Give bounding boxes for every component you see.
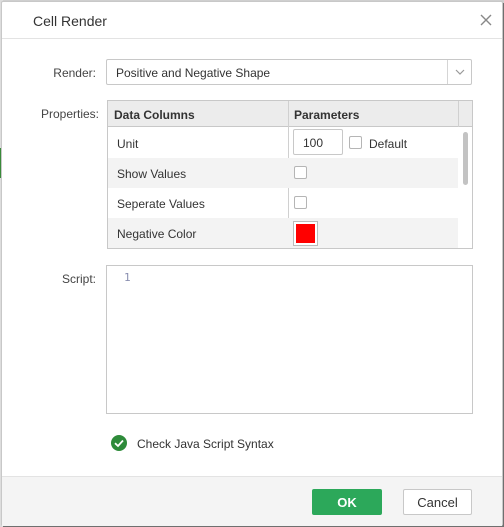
line-number: 1 — [124, 271, 131, 284]
negative-color-picker[interactable] — [293, 221, 318, 246]
render-select[interactable]: Positive and Negative Shape — [106, 59, 472, 85]
table-scrollbar[interactable] — [463, 132, 468, 185]
check-syntax-label: Check Java Script Syntax — [137, 437, 274, 451]
column-header-data-columns: Data Columns — [114, 108, 195, 122]
dialog-header: Cell Render — [2, 2, 502, 39]
row-label: Unit — [117, 137, 139, 151]
row-label: Seperate Values — [117, 197, 205, 211]
properties-label: Properties: — [40, 107, 99, 121]
script-editor[interactable]: 1 — [106, 265, 473, 414]
table-header: Data Columns Parameters — [108, 101, 472, 127]
default-checkbox[interactable] — [349, 136, 362, 149]
render-select-value: Positive and Negative Shape — [116, 66, 271, 80]
ok-button[interactable]: OK — [312, 489, 382, 515]
check-syntax-button[interactable]: Check Java Script Syntax — [110, 434, 274, 452]
cell-render-dialog: Cell Render Render: Positive and Negativ… — [1, 1, 503, 526]
table-row-seperate-values: Seperate Values — [108, 188, 458, 218]
script-label: Script: — [61, 272, 96, 286]
properties-table: Data Columns Parameters Unit 100 Default… — [107, 100, 473, 249]
table-row-negative-color: Negative Color — [108, 218, 458, 248]
cancel-button[interactable]: Cancel — [403, 489, 472, 515]
table-row-unit: Unit 100 Default — [108, 128, 458, 158]
default-label: Default — [369, 137, 408, 151]
dialog-title: Cell Render — [33, 13, 107, 29]
show-values-checkbox[interactable] — [294, 166, 307, 179]
column-header-parameters: Parameters — [294, 108, 360, 122]
chevron-down-icon[interactable] — [447, 60, 471, 84]
check-circle-icon — [111, 435, 127, 451]
row-label: Negative Color — [117, 227, 197, 241]
unit-input[interactable]: 100 — [293, 129, 343, 155]
render-label: Render: — [53, 66, 96, 80]
row-label: Show Values — [117, 167, 187, 181]
table-row-show-values: Show Values — [108, 158, 458, 188]
dialog-footer: OK Cancel — [2, 476, 502, 526]
close-icon[interactable] — [476, 10, 496, 30]
seperate-values-checkbox[interactable] — [294, 196, 307, 209]
